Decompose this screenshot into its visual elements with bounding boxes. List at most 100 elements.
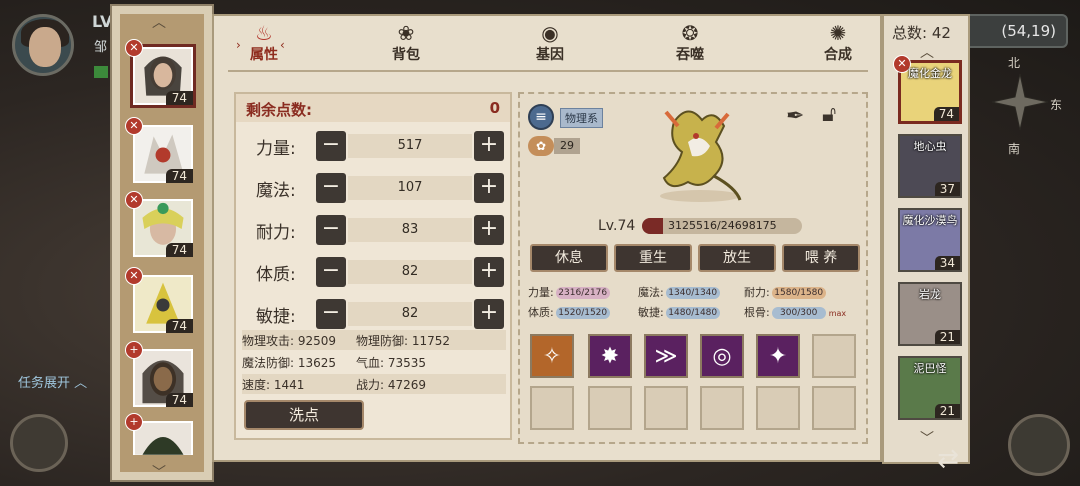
release-button[interactable]: 放生 [698, 244, 776, 272]
attribute-value: 517 [348, 134, 472, 158]
hero-card[interactable]: ✕ 74 [125, 267, 196, 336]
attribute-label: 耐力: [256, 223, 296, 243]
add-icon[interactable]: + [125, 341, 143, 359]
decrease-button[interactable]: − [316, 173, 346, 203]
pet-level-badge: 74 [933, 107, 959, 121]
hero-roster-strip: ︿ ✕ 74 ✕ 74 ✕ 74 ✕ 74 + 74 + ﹀ [110, 4, 214, 482]
pet-detail-box: ≡ 物理系 ✿ 29 ✒ 🔓︎ Lv.74 3125516/24698175 休… [518, 92, 868, 444]
hero-card[interactable]: ✕ 74 [125, 39, 196, 108]
derived-stats-row: 物理攻击: 92509 物理防御: 11752 [242, 330, 506, 350]
hero-card[interactable]: + 74 [125, 341, 196, 410]
rename-quill-icon[interactable]: ✒ [786, 104, 804, 129]
eye-icon: ◉ [541, 21, 559, 45]
feed-button[interactable]: 喂 养 [782, 244, 860, 272]
burst-skill-icon: ✸ [600, 343, 620, 369]
rest-button[interactable]: 休息 [530, 244, 608, 272]
remaining-points-row: 剩余点数: 0 [236, 94, 510, 122]
pet-stat: 敏捷: 1480/1480 [638, 304, 720, 320]
pet-stat: 体质: 1520/1520 [528, 304, 610, 320]
derived-stat: 物理攻击: 92509 [242, 334, 337, 348]
flame-icon: ♨ [255, 21, 273, 45]
town-shortcut-button[interactable] [1008, 414, 1070, 476]
empty-skill-slot[interactable] [812, 386, 856, 430]
list-icon[interactable]: ≡ [528, 104, 554, 130]
roster-down-arrow-icon[interactable]: ﹀ [152, 462, 166, 482]
pet-card[interactable]: 魔化沙漠鸟 34 [898, 208, 962, 272]
tab-bag[interactable]: ❀ 背包 [366, 22, 446, 64]
tab-gene[interactable]: ◉ 基因 [510, 22, 590, 64]
add-icon[interactable]: + [125, 413, 143, 431]
pet-card[interactable]: 地心虫 37 [898, 134, 962, 198]
increase-button[interactable]: + [474, 131, 504, 161]
decrease-button[interactable]: − [316, 299, 346, 329]
attribute-label: 魔法: [256, 181, 296, 201]
empty-skill-slot[interactable] [700, 386, 744, 430]
skill-slot[interactable]: ◎ [700, 334, 744, 378]
decrease-button[interactable]: − [316, 131, 346, 161]
bag-icon: ❀ [397, 21, 415, 45]
pet-stat: 力量: 2316/2176 [528, 284, 610, 300]
hero-card[interactable]: ✕ 74 [125, 117, 196, 186]
exp-bar: 3125516/24698175 [642, 218, 802, 234]
tab-synthesize[interactable]: ✺ 合成 [798, 22, 878, 64]
skill-slot[interactable]: ✸ [588, 334, 632, 378]
empty-skill-slot[interactable] [812, 334, 856, 378]
derived-stat: 战力: 47269 [356, 378, 427, 392]
rebirth-button[interactable]: 重生 [614, 244, 692, 272]
attribute-label: 体质: [256, 265, 296, 285]
slash-skill-icon: ≫ [654, 343, 678, 369]
empty-skill-slot[interactable] [530, 386, 574, 430]
remove-icon[interactable]: ✕ [125, 117, 143, 135]
hero-level: 74 [165, 243, 193, 257]
task-expand-toggle[interactable]: 任务展开 ︿ [18, 372, 87, 391]
decrease-button[interactable]: − [316, 257, 346, 287]
player-avatar[interactable] [12, 14, 74, 76]
pet-shortcut-button[interactable] [10, 414, 68, 472]
swirl-skill-icon: ◎ [712, 343, 732, 369]
paw-value: 29 [554, 138, 580, 154]
tab-divider [228, 70, 868, 72]
pet-card[interactable]: 泥巴怪 21 [898, 356, 962, 420]
remove-icon[interactable]: ✕ [125, 267, 143, 285]
tab-devour[interactable]: ❂ 吞噬 [650, 22, 730, 64]
pet-card[interactable]: ✕ 魔化金龙 74 [893, 55, 962, 124]
compass-east: 东 [1050, 98, 1063, 112]
increase-button[interactable]: + [474, 299, 504, 329]
roster-up-arrow-icon[interactable]: ︿ [152, 12, 166, 32]
swap-arrows-icon[interactable]: ⇄ [928, 444, 968, 480]
pet-stat: 耐力: 1580/1580 [744, 284, 826, 300]
increase-button[interactable]: + [474, 173, 504, 203]
empty-skill-slot[interactable] [588, 386, 632, 430]
pet-level-badge: 34 [934, 256, 960, 270]
chevron-left-icon: ‹ [280, 38, 285, 52]
hero-card[interactable]: ✕ 74 [125, 191, 196, 260]
pet-portrait [660, 110, 742, 202]
claw-skill-icon: ✧ [542, 343, 562, 369]
chevron-up-icon: ︿ [74, 376, 88, 391]
remove-icon[interactable]: ✕ [125, 39, 143, 57]
skill-slot[interactable]: ≫ [644, 334, 688, 378]
increase-button[interactable]: + [474, 215, 504, 245]
skill-slot[interactable]: ✦ [756, 334, 800, 378]
derived-stat: 物理防御: 11752 [356, 334, 451, 348]
tab-attributes[interactable]: ♨ 属性 [224, 22, 304, 64]
exp-text: 3125516/24698175 [668, 219, 777, 232]
reset-points-button[interactable]: 洗点 [244, 400, 364, 430]
status-badge [94, 66, 108, 78]
lock-icon[interactable]: 🔓︎ [822, 102, 836, 127]
pet-card[interactable]: 岩龙 21 [898, 282, 962, 346]
remove-icon[interactable]: ✕ [125, 191, 143, 209]
empty-skill-slot[interactable] [756, 386, 800, 430]
empty-skill-slot[interactable] [644, 386, 688, 430]
attribute-label: 力量: [256, 139, 296, 159]
attribute-value: 107 [348, 176, 472, 200]
skill-slot[interactable]: ✧ [530, 334, 574, 378]
derived-stat: 速度: 1441 [242, 378, 305, 392]
hero-card[interactable]: + [125, 413, 196, 458]
increase-button[interactable]: + [474, 257, 504, 287]
pet-stat: 根骨: 300/300 max [744, 306, 847, 319]
remaining-points-label: 剩余点数: [246, 101, 312, 119]
tab-bar: › ♨ 属性 ‹ ❀ 背包 ◉ 基因 ❂ 吞噬 ✺ 合成 [214, 16, 880, 72]
decrease-button[interactable]: − [316, 215, 346, 245]
attribute-value: 83 [348, 218, 472, 242]
